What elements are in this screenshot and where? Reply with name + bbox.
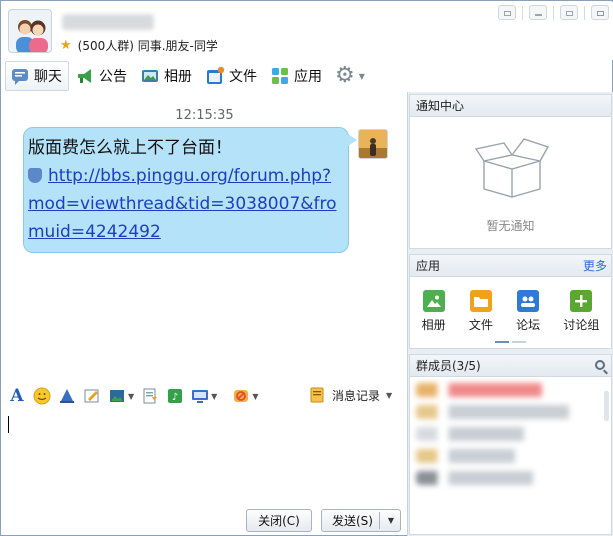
member-row[interactable] bbox=[416, 383, 596, 397]
app-discussion[interactable]: 讨论组 bbox=[563, 290, 599, 333]
message-history-button[interactable]: 消息记录 ▼ bbox=[308, 386, 392, 404]
message-timestamp: 12:15:35 bbox=[175, 108, 234, 123]
sender-avatar[interactable] bbox=[358, 129, 388, 159]
apps-grid-icon bbox=[270, 66, 290, 86]
star-icon: ★ bbox=[60, 37, 72, 53]
message-history-label: 消息记录 bbox=[332, 388, 381, 403]
tab-apps[interactable]: 应用 bbox=[265, 61, 329, 91]
search-icon[interactable] bbox=[595, 360, 605, 370]
tab-album-label: 相册 bbox=[164, 69, 192, 85]
svg-text:♪: ♪ bbox=[172, 392, 178, 403]
skin-button[interactable] bbox=[498, 5, 516, 20]
message-text: 版面费怎么就上不了台面！ bbox=[28, 138, 232, 158]
forum-icon bbox=[517, 290, 540, 312]
screen-share-icon[interactable] bbox=[191, 387, 209, 405]
group-info-text: (500人群) 同事.朋友-同学 bbox=[77, 39, 218, 53]
app-files[interactable]: 文件 bbox=[469, 290, 493, 333]
group-name-blurred bbox=[62, 14, 154, 30]
megaphone-icon bbox=[75, 66, 95, 86]
tab-announcement-label: 公告 bbox=[99, 69, 127, 85]
apps-more-link[interactable]: 更多 bbox=[583, 255, 607, 277]
group-info: ★ (500人群) 同事.朋友-同学 bbox=[60, 37, 218, 54]
tab-announcement[interactable]: 公告 bbox=[70, 61, 134, 91]
notify-title: 通知中心 bbox=[410, 95, 611, 117]
folder-icon bbox=[469, 290, 492, 312]
close-window-button[interactable] bbox=[591, 5, 609, 20]
block-menu-icon[interactable]: ▼ bbox=[252, 392, 258, 401]
window-header: ★ (500人群) 同事.朋友-同学 bbox=[2, 2, 613, 60]
message-link[interactable]: http://bbs.pinggu.org/forum.php?mod=view… bbox=[28, 166, 337, 242]
bubble-tail bbox=[348, 134, 357, 146]
gear-icon: ⚙ bbox=[335, 63, 355, 88]
emoji-icon[interactable] bbox=[33, 387, 51, 405]
member-row[interactable] bbox=[416, 471, 596, 485]
app-discussion-label: 讨论组 bbox=[563, 318, 600, 332]
app-album-label: 相册 bbox=[421, 318, 446, 332]
send-options-icon[interactable]: ▼ bbox=[388, 516, 394, 525]
shield-icon bbox=[28, 168, 42, 183]
history-icon bbox=[308, 386, 326, 404]
group-avatar[interactable] bbox=[8, 9, 52, 53]
members-header: 群成员(3/5) bbox=[410, 355, 611, 377]
music-icon[interactable]: ♪ bbox=[166, 387, 184, 405]
apps-header: 应用 更多 bbox=[410, 255, 611, 277]
members-section: 群成员(3/5) bbox=[409, 354, 612, 535]
side-panel: 通知中心 暂无通知 应用 更多 相册 文件 论坛 讨论组 群成员(3/5) bbox=[407, 92, 613, 536]
shake-icon[interactable] bbox=[58, 387, 76, 405]
block-icon[interactable] bbox=[232, 387, 250, 405]
doodle-icon[interactable] bbox=[83, 387, 101, 405]
qq-group-chat-window: ★ (500人群) 同事.朋友-同学 聊天 公告 相册 文件 应用 ⚙ ▼ 12… bbox=[0, 0, 613, 536]
maximize-button[interactable] bbox=[560, 5, 578, 20]
image-icon[interactable] bbox=[108, 387, 126, 405]
send-button[interactable]: 发送(S) ▼ bbox=[321, 509, 401, 532]
close-button[interactable]: 关闭(C) bbox=[246, 509, 312, 532]
member-row[interactable] bbox=[416, 427, 596, 441]
folder-icon bbox=[205, 66, 225, 86]
text-cursor bbox=[8, 416, 9, 433]
empty-box-icon bbox=[474, 137, 550, 199]
chevron-down-icon: ▼ bbox=[358, 71, 365, 81]
apps-section: 应用 更多 相册 文件 论坛 讨论组 bbox=[409, 254, 612, 349]
send-file-icon[interactable] bbox=[141, 387, 159, 405]
chat-history[interactable]: 12:15:35 版面费怎么就上不了台面！ http://bbs.pinggu.… bbox=[2, 92, 407, 382]
tab-files-label: 文件 bbox=[229, 69, 257, 85]
no-notification-text: 暂无通知 bbox=[486, 219, 535, 233]
send-button-label: 发送(S) bbox=[332, 514, 373, 528]
apps-title: 应用 bbox=[416, 259, 441, 273]
album-icon bbox=[140, 66, 160, 86]
tab-chat[interactable]: 聊天 bbox=[5, 61, 69, 91]
chat-icon bbox=[10, 66, 30, 86]
close-button-label: 关闭(C) bbox=[258, 514, 300, 528]
image-menu-icon[interactable]: ▼ bbox=[128, 392, 134, 401]
window-controls bbox=[498, 5, 609, 20]
app-album[interactable]: 相册 bbox=[422, 290, 446, 333]
minimize-button[interactable] bbox=[529, 5, 547, 20]
album-icon bbox=[422, 290, 445, 312]
chevron-down-icon: ▼ bbox=[386, 390, 393, 400]
app-forum[interactable]: 论坛 bbox=[516, 290, 540, 333]
add-discussion-icon bbox=[570, 290, 593, 312]
bottom-bar: 关闭(C) 发送(S) ▼ bbox=[2, 505, 407, 536]
tab-album[interactable]: 相册 bbox=[135, 61, 199, 91]
input-toolbar: A ▼ ♪ ▼ ▼ 消息记录 ▼ bbox=[2, 382, 407, 410]
member-row[interactable] bbox=[416, 449, 596, 463]
members-scrollbar[interactable] bbox=[604, 391, 609, 421]
settings-menu[interactable]: ⚙ ▼ bbox=[330, 61, 372, 91]
member-row[interactable] bbox=[416, 405, 596, 419]
tab-files[interactable]: 文件 bbox=[200, 61, 264, 91]
screen-share-menu-icon[interactable]: ▼ bbox=[211, 392, 217, 401]
apps-list: 相册 文件 论坛 讨论组 bbox=[410, 290, 611, 333]
message-input[interactable] bbox=[2, 410, 407, 505]
members-title: 群成员(3/5) bbox=[416, 359, 481, 373]
message-bubble[interactable]: 版面费怎么就上不了台面！ http://bbs.pinggu.org/forum… bbox=[23, 127, 357, 253]
tab-chat-label: 聊天 bbox=[34, 69, 62, 85]
app-files-label: 文件 bbox=[468, 318, 493, 332]
tab-bar: 聊天 公告 相册 文件 应用 ⚙ ▼ bbox=[2, 60, 613, 92]
font-icon[interactable]: A bbox=[8, 386, 26, 406]
app-forum-label: 论坛 bbox=[516, 318, 541, 332]
notification-center: 通知中心 暂无通知 bbox=[409, 94, 612, 249]
tab-apps-label: 应用 bbox=[294, 69, 322, 85]
apps-pager[interactable] bbox=[495, 341, 526, 343]
